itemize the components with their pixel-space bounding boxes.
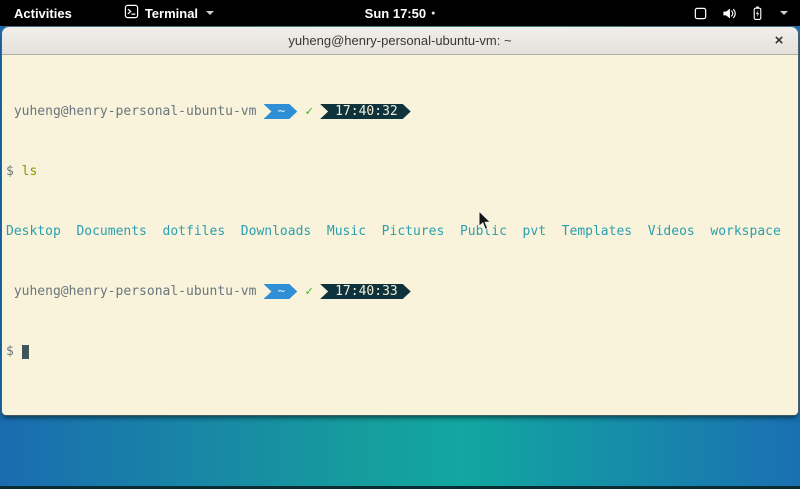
volume-icon bbox=[721, 6, 737, 21]
directory-entry: Pictures bbox=[382, 224, 445, 239]
prompt-dollar: $ bbox=[6, 344, 14, 359]
input-line: $ bbox=[6, 344, 794, 359]
close-button[interactable]: × bbox=[766, 27, 792, 54]
directory-entry: dotfiles bbox=[163, 224, 226, 239]
notification-dot: ● bbox=[431, 10, 435, 17]
terminal-window: yuheng@henry-personal-ubuntu-vm: ~ × yuh… bbox=[2, 27, 798, 415]
prompt-directory-segment: ~ bbox=[263, 284, 297, 299]
directory-entry: Public bbox=[460, 224, 507, 239]
app-menu-terminal[interactable]: Terminal bbox=[114, 0, 224, 26]
terminal-app-icon bbox=[124, 4, 139, 22]
prompt-time-segment: 17:40:33 bbox=[320, 284, 411, 299]
directory-entry: Downloads bbox=[241, 224, 311, 239]
directory-entry: workspace bbox=[710, 224, 780, 239]
directory-entry: Templates bbox=[562, 224, 632, 239]
directory-entry: Music bbox=[327, 224, 366, 239]
window-title-bar[interactable]: yuheng@henry-personal-ubuntu-vm: ~ × bbox=[2, 27, 798, 55]
gnome-top-bar: Activities Terminal Sun 17:50 ● bbox=[0, 0, 800, 26]
directory-entry: pvt bbox=[523, 224, 546, 239]
app-menu-label: Terminal bbox=[145, 6, 198, 21]
clock-label: Sun 17:50 bbox=[365, 6, 426, 21]
display-icon bbox=[693, 6, 708, 21]
terminal-cursor bbox=[22, 345, 30, 359]
prompt-directory-segment: ~ bbox=[263, 104, 297, 119]
prompt-user-host: yuheng@henry-personal-ubuntu-vm bbox=[14, 104, 257, 119]
clock-button[interactable]: Sun 17:50 ● bbox=[355, 0, 446, 26]
directory-entry: Desktop bbox=[6, 224, 61, 239]
terminal-content[interactable]: yuheng@henry-personal-ubuntu-vm ~ ✓ 17:4… bbox=[2, 55, 798, 415]
prompt-line-1: yuheng@henry-personal-ubuntu-vm ~ ✓ 17:4… bbox=[6, 104, 794, 119]
prompt-time-segment: 17:40:32 bbox=[320, 104, 411, 119]
system-status-menu[interactable] bbox=[681, 0, 800, 26]
activities-button[interactable]: Activities bbox=[0, 0, 86, 26]
desktop: Activities Terminal Sun 17:50 ● bbox=[0, 0, 800, 489]
command-line: $ ls bbox=[6, 164, 794, 179]
chevron-down-icon bbox=[780, 11, 788, 15]
chevron-down-icon bbox=[206, 11, 214, 15]
prompt-dollar: $ bbox=[6, 164, 14, 179]
ls-output: Desktop Documents dotfiles Downloads Mus… bbox=[6, 224, 794, 239]
directory-entry: Documents bbox=[76, 224, 146, 239]
prompt-line-2: yuheng@henry-personal-ubuntu-vm ~ ✓ 17:4… bbox=[6, 284, 794, 299]
battery-icon bbox=[750, 5, 765, 21]
prompt-user-host: yuheng@henry-personal-ubuntu-vm bbox=[14, 284, 257, 299]
typed-command: ls bbox=[22, 164, 38, 179]
prompt-status-check: ✓ bbox=[305, 104, 313, 119]
directory-entry: Videos bbox=[648, 224, 695, 239]
prompt-status-check: ✓ bbox=[305, 284, 313, 299]
window-title: yuheng@henry-personal-ubuntu-vm: ~ bbox=[288, 33, 511, 48]
activities-label: Activities bbox=[14, 6, 72, 21]
